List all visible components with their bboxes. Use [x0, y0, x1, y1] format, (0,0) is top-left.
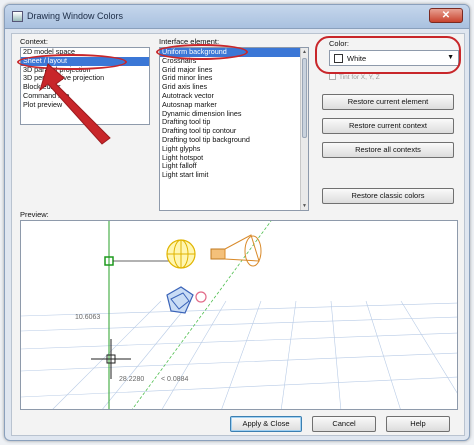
tint-checkbox[interactable]: Tint for X, Y, Z	[329, 73, 380, 81]
apply-close-button[interactable]: Apply & Close	[230, 416, 302, 432]
web-light-glyph-icon	[166, 286, 207, 314]
restore-classic-colors-button[interactable]: Restore classic colors	[322, 188, 454, 204]
scroll-thumb[interactable]	[302, 58, 307, 138]
dialog-body: Context: 2D model space Sheet / layout 3D …	[11, 33, 465, 436]
annotation-oval-color	[315, 36, 461, 74]
checkbox-icon[interactable]	[329, 73, 336, 80]
spotlight-glyph-icon	[210, 234, 262, 267]
dimension-readout-1: 10.6063	[75, 314, 100, 321]
scroll-down-icon[interactable]: ▼	[301, 202, 308, 210]
tint-label: Tint for X, Y, Z	[339, 74, 380, 81]
diagonal-axis-line	[131, 221, 272, 409]
dimension-readout-3: < 0.0884	[161, 376, 189, 383]
cancel-button[interactable]: Cancel	[312, 416, 376, 432]
restore-current-context-button[interactable]: Restore current context	[322, 118, 454, 134]
drawing-window-colors-dialog: Drawing Window Colors ✕ Context: 2D mode…	[4, 4, 470, 441]
window-title: Drawing Window Colors	[27, 11, 124, 21]
annotation-arrow-icon	[39, 63, 111, 145]
restore-all-contexts-button[interactable]: Restore all contexts	[322, 142, 454, 158]
point-light-glyph-icon	[166, 239, 196, 269]
app-icon	[12, 11, 23, 22]
interface-element-list-item[interactable]: Light start limit	[160, 170, 308, 180]
dimension-readout-2: 28.2280	[119, 376, 144, 383]
preview-pane: 10.6063 28.2280 < 0.0884	[20, 220, 458, 410]
preview-canvas: 10.6063 28.2280 < 0.0884	[21, 221, 457, 409]
interface-element-list[interactable]: Uniform background Crosshairs Grid major l…	[159, 47, 309, 211]
help-button[interactable]: Help	[386, 416, 450, 432]
close-button[interactable]: ✕	[429, 8, 463, 23]
title-bar[interactable]: Drawing Window Colors ✕	[5, 5, 469, 29]
preview-label: Preview:	[20, 210, 49, 219]
scroll-up-icon[interactable]: ▲	[301, 48, 308, 56]
interface-element-scrollbar[interactable]: ▲ ▼	[300, 48, 308, 210]
restore-current-element-button[interactable]: Restore current element	[322, 94, 454, 110]
